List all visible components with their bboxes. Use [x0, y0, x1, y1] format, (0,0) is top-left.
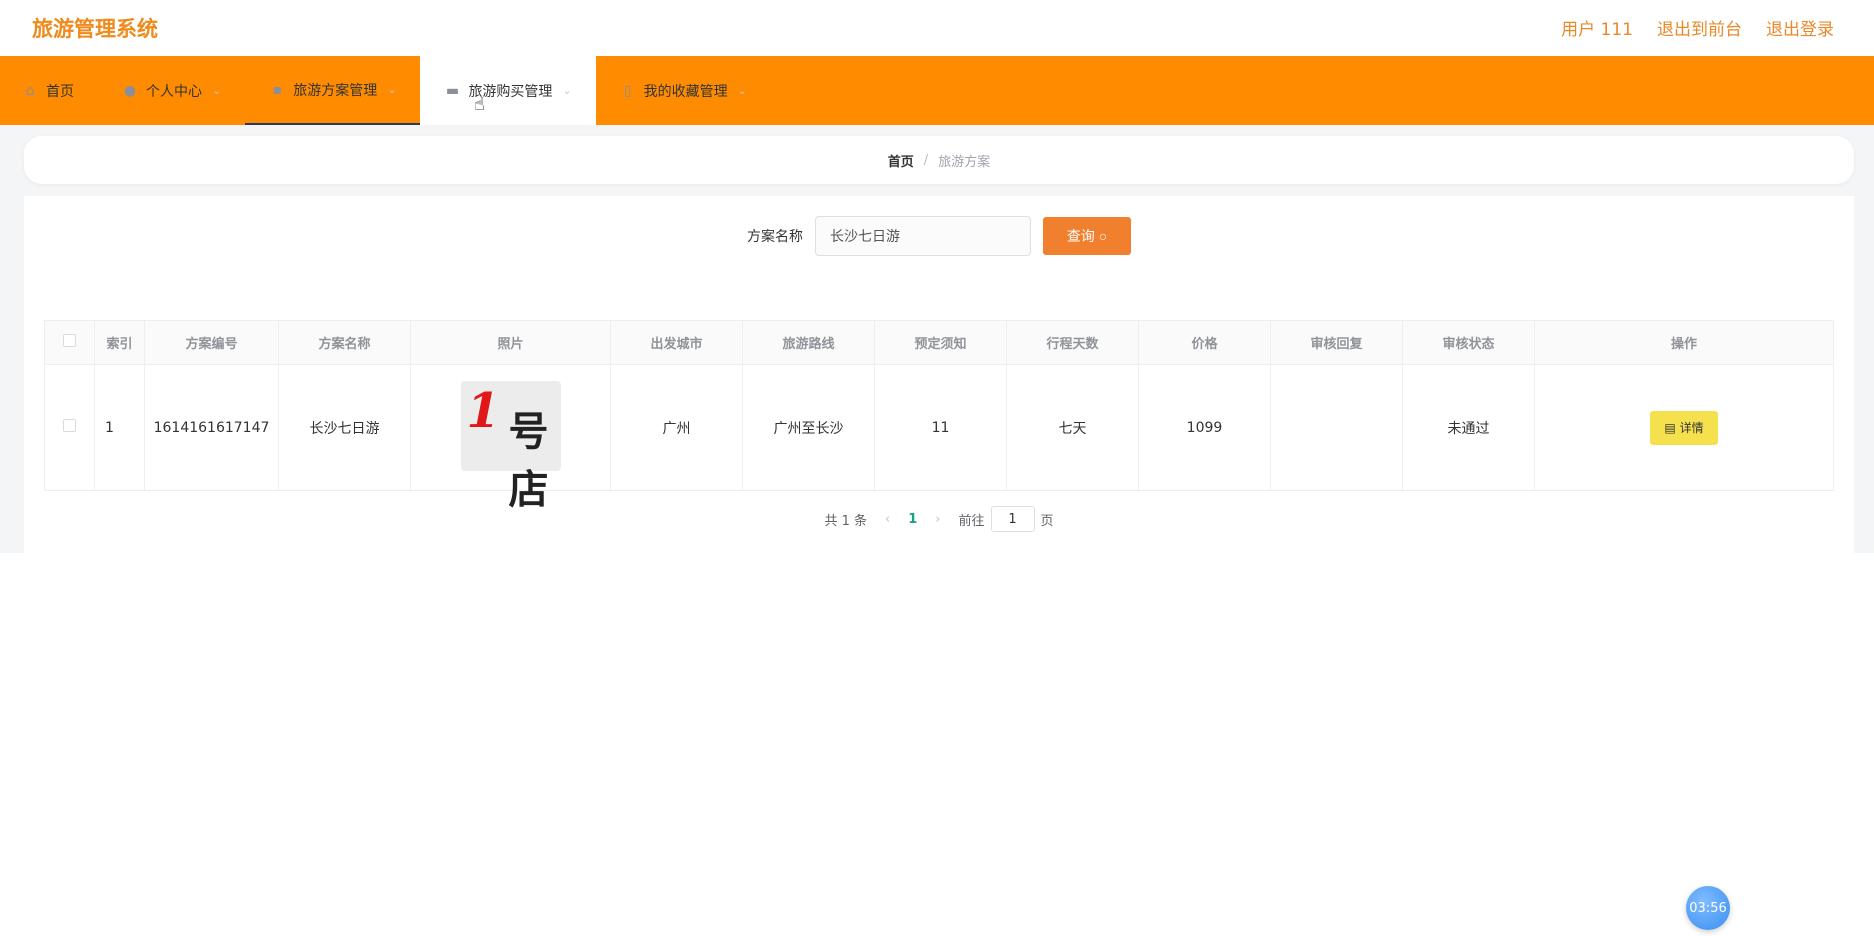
pagination: 共 1 条 ‹ 1 › 前往 页 — [24, 506, 1854, 532]
cell-price: 1099 — [1138, 364, 1271, 491]
home-icon: ⌂ — [25, 82, 35, 99]
breadcrumb-home[interactable]: 首页 — [888, 151, 914, 170]
select-all-cell — [44, 320, 95, 365]
col-header: 审核状态 — [1402, 320, 1535, 365]
select-all-checkbox[interactable] — [63, 334, 76, 347]
detail-button-label: 详情 — [1679, 421, 1704, 435]
cell-notice: 11 — [874, 364, 1007, 491]
nav-item-purchase-management[interactable]: ▬ 旅游购买管理 ⌄ — [420, 56, 596, 125]
chevron-down-icon: ⌄ — [737, 84, 747, 97]
chevron-down-icon: ⌄ — [387, 83, 397, 96]
user-icon: ● — [123, 82, 137, 99]
col-header: 价格 — [1138, 320, 1271, 365]
breadcrumb-current: 旅游方案 — [938, 154, 991, 170]
col-header: 行程天数 — [1006, 320, 1139, 365]
cell-code: 1614161617147 — [144, 364, 279, 491]
nav-item-plan-management[interactable]: ▪ 旅游方案管理 ⌄ — [245, 56, 421, 125]
exit-to-front-link[interactable]: 退出到前台 — [1657, 15, 1742, 40]
plan-table: 索引 方案编号 方案名称 照片 出发城市 旅游路线 预定须知 行程天数 价格 审… — [44, 320, 1834, 513]
floating-timer[interactable]: 03:56 — [1686, 886, 1730, 930]
pagination-total: 共 1 条 — [824, 513, 868, 529]
chat-icon: ▪ — [272, 81, 282, 98]
top-header: 旅游管理系统 用户 111 退出到前台 退出登录 — [0, 0, 1874, 56]
nav-label: 个人中心 — [146, 83, 202, 100]
col-header: 方案编号 — [144, 320, 279, 365]
cell-city: 广州 — [610, 364, 743, 491]
goto-suffix: 页 — [1040, 513, 1054, 529]
chevron-down-icon: ⌄ — [212, 84, 222, 97]
col-header: 索引 — [94, 320, 145, 365]
col-header: 旅游路线 — [742, 320, 875, 365]
col-header: 操作 — [1534, 320, 1834, 365]
search-label: 方案名称 — [747, 229, 803, 245]
search-row: 方案名称 查询 ○ — [24, 216, 1854, 256]
app-title: 旅游管理系统 — [32, 17, 158, 41]
prev-page-icon[interactable]: ‹ — [885, 512, 890, 527]
goto-page-input[interactable] — [990, 506, 1035, 532]
cell-actions: ▤ 详情 — [1534, 364, 1834, 491]
row-checkbox[interactable] — [63, 419, 76, 432]
nav-label: 首页 — [46, 83, 74, 100]
detail-button[interactable]: ▤ 详情 — [1650, 410, 1718, 445]
table-header-row: 索引 方案编号 方案名称 照片 出发城市 旅游路线 预定须知 行程天数 价格 审… — [44, 320, 1834, 365]
nav-label: 旅游方案管理 — [293, 82, 378, 99]
breadcrumb-separator: / — [923, 152, 929, 168]
nav-item-home[interactable]: ⌂ 首页 — [0, 56, 98, 125]
col-header: 预定须知 — [874, 320, 1007, 365]
briefcase-icon: ▬ — [445, 82, 460, 99]
cell-route: 广州至长沙 — [742, 364, 875, 491]
plan-photo: 1 号店 — [460, 380, 561, 513]
cell-name: 长沙七日游 — [278, 364, 411, 491]
cell-index: 1 — [94, 364, 145, 491]
goto-prefix: 前往 — [958, 513, 985, 529]
chevron-down-icon: ⌄ — [562, 84, 572, 97]
document-icon: ▤ — [1664, 420, 1676, 435]
search-input[interactable] — [815, 216, 1031, 256]
nav-label: 我的收藏管理 — [643, 83, 728, 100]
row-select-cell — [44, 364, 95, 491]
col-header: 方案名称 — [278, 320, 411, 365]
cell-photo: 1 号店 — [410, 364, 611, 513]
pagination-goto: 前往 页 — [958, 506, 1054, 532]
search-icon: ○ — [1098, 228, 1108, 244]
nav-item-favorites[interactable]: ▯ 我的收藏管理 ⌄ — [596, 56, 771, 125]
cell-status: 未通过 — [1402, 364, 1535, 491]
search-button-label: 查询 — [1066, 228, 1095, 244]
photo-logo-text: 号店 — [508, 408, 549, 513]
cell-days: 七天 — [1006, 364, 1139, 491]
col-header: 出发城市 — [610, 320, 743, 365]
bookmark-icon: ▯ — [623, 82, 632, 99]
logout-link[interactable]: 退出登录 — [1766, 15, 1834, 40]
breadcrumb: 首页 / 旅游方案 — [24, 136, 1854, 184]
nav-item-profile[interactable]: ● 个人中心 ⌄ — [98, 56, 245, 125]
top-right-links: 用户 111 退出到前台 退出登录 — [1561, 15, 1834, 40]
page-number-current[interactable]: 1 — [908, 512, 917, 527]
main-card: 方案名称 查询 ○ 索引 方案编号 方案名称 照片 出发城市 旅游路线 预定须知… — [24, 196, 1854, 553]
user-link[interactable]: 用户 111 — [1561, 15, 1633, 40]
hand-cursor-icon: ☝ — [474, 94, 485, 115]
col-header: 审核回复 — [1270, 320, 1403, 365]
col-header: 照片 — [410, 320, 611, 365]
cell-reply — [1270, 364, 1403, 491]
main-nav: ⌂ 首页 ● 个人中心 ⌄ ▪ 旅游方案管理 ⌄ ▬ 旅游购买管理 ⌄ ▯ 我的… — [0, 56, 1874, 125]
next-page-icon[interactable]: › — [935, 512, 940, 527]
table-row: 1 1614161617147 长沙七日游 1 号店 广州 广州至长沙 11 七… — [44, 364, 1834, 513]
search-button[interactable]: 查询 ○ — [1043, 217, 1131, 255]
